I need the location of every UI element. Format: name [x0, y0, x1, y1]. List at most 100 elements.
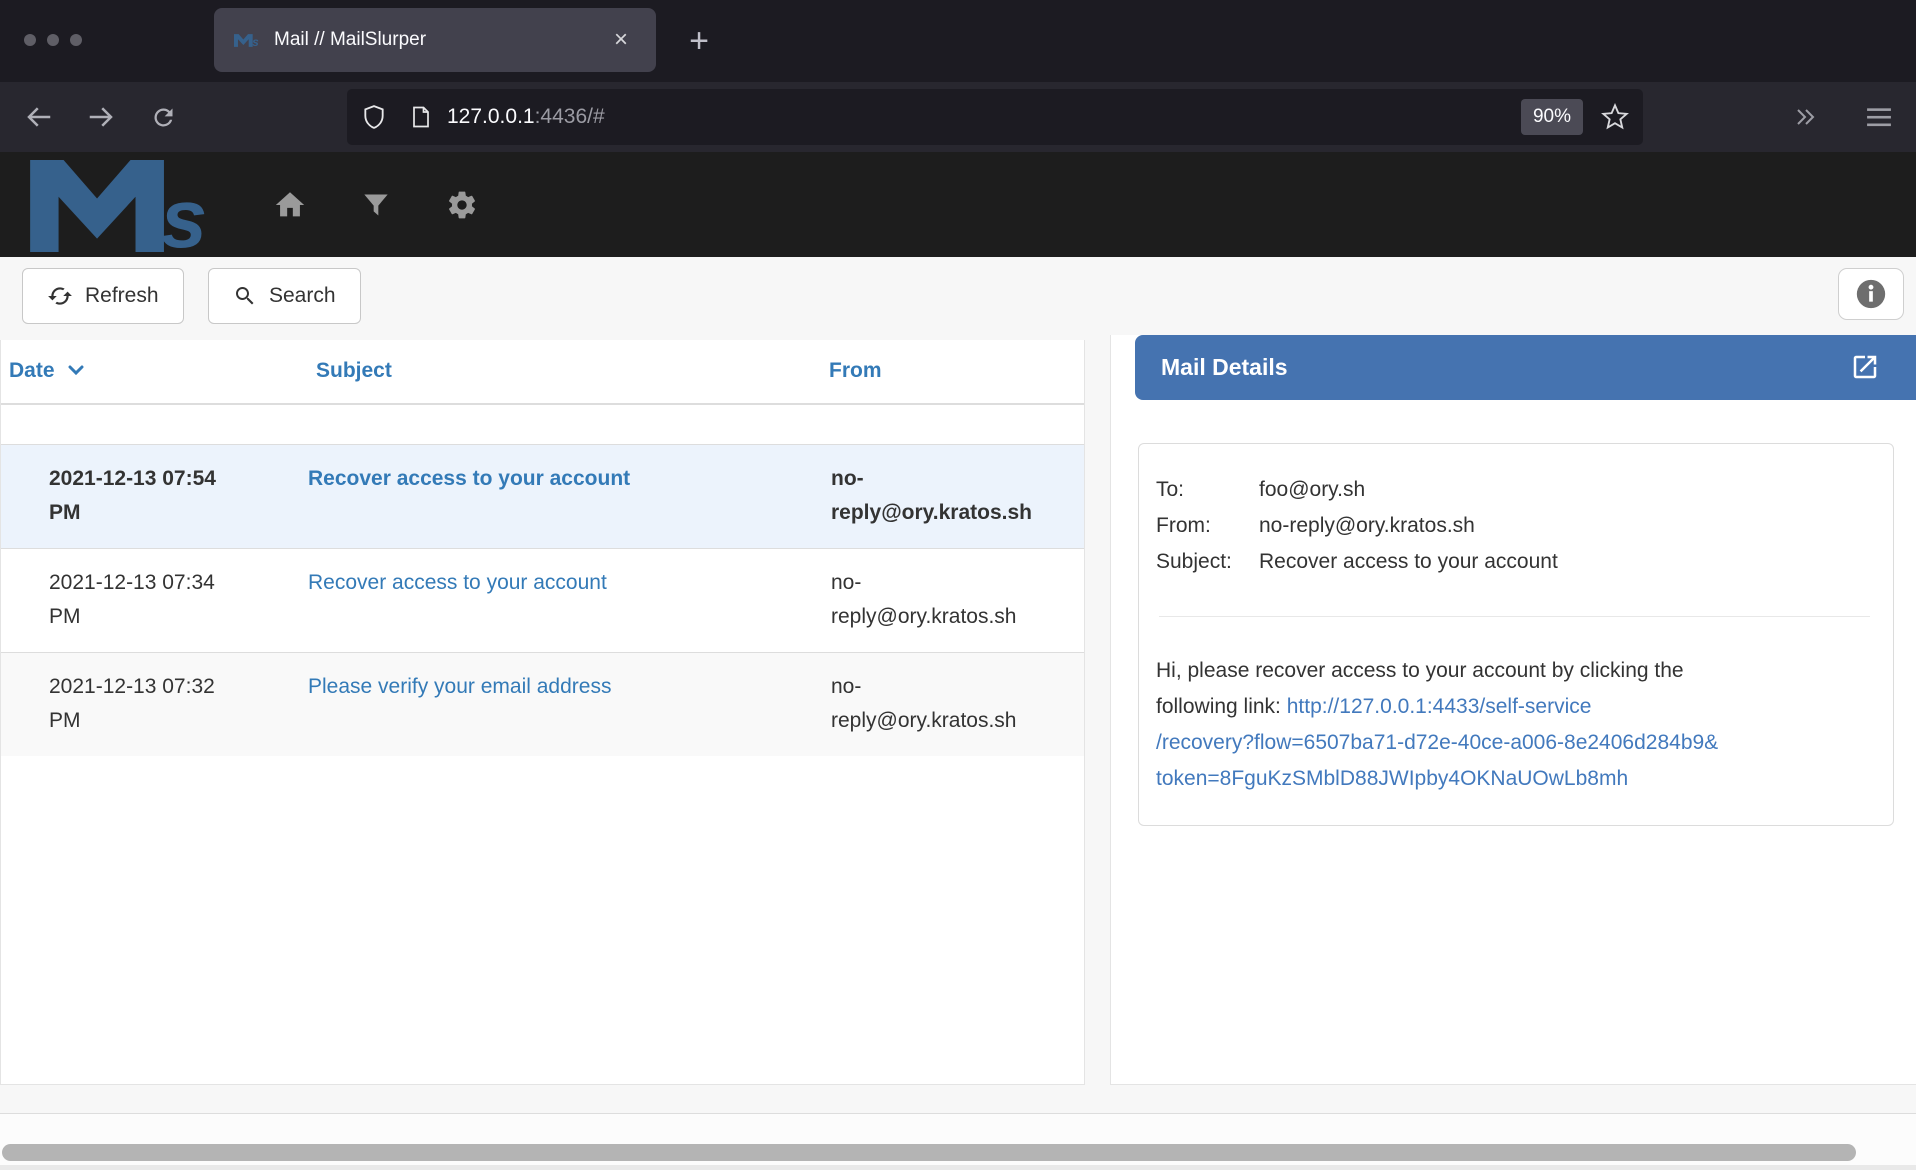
mail-row-date: 2021-12-13 07:34 PM — [1, 548, 308, 652]
refresh-button-label: Refresh — [85, 284, 159, 308]
shield-icon[interactable] — [361, 104, 387, 130]
mail-field-label: To: — [1156, 472, 1259, 508]
page-content: Refresh Search Date — [0, 257, 1916, 1170]
url-path: :4436/# — [535, 105, 605, 128]
mail-row-subject: Recover access to your account — [308, 548, 821, 652]
mail-body-line2-prefix: following link: — [1156, 695, 1287, 718]
table-spacer-row — [1, 404, 1084, 444]
overflow-menu-button[interactable] — [1782, 94, 1828, 140]
forward-arrow-icon — [86, 102, 116, 132]
hamburger-icon — [1866, 106, 1892, 128]
mail-row-subject: Please verify your email address — [308, 652, 821, 756]
new-tab-button[interactable]: + — [676, 18, 722, 64]
mail-row-from: no-reply@ory.kratos.sh — [821, 548, 1084, 652]
column-header-date-label: Date — [9, 359, 55, 382]
tab-title: Mail // MailSlurper — [274, 29, 614, 51]
mailslurper-logo: s — [28, 160, 233, 252]
mail-field-value: no-reply@ory.kratos.sh — [1259, 508, 1475, 544]
horizontal-scrollbar-track[interactable] — [0, 1114, 1916, 1170]
browser-window: s Mail // MailSlurper × + — [0, 0, 1916, 1170]
home-nav-link[interactable] — [270, 185, 310, 225]
mail-table-header-row: Date Subject From — [1, 340, 1084, 404]
mail-field-row: To: foo@ory.sh — [1156, 472, 1873, 508]
forward-button[interactable] — [78, 94, 124, 140]
bookmark-star-icon[interactable] — [1601, 103, 1629, 131]
close-tab-icon[interactable]: × — [614, 28, 628, 52]
mail-details-panel: Mail Details To: foo@ory.sh From: no-rep… — [1110, 335, 1916, 1085]
app-nav — [270, 152, 482, 257]
svg-text:s: s — [161, 171, 208, 252]
column-header-from[interactable]: From — [821, 340, 1084, 404]
url-host: 127.0.0.1 — [447, 105, 535, 128]
sort-chevron-down-icon — [68, 365, 84, 375]
search-button-label: Search — [269, 284, 336, 308]
browser-toolbar: 127.0.0.1:4436/# 90% — [0, 82, 1916, 152]
mail-subject-link[interactable]: Recover access to your account — [308, 467, 630, 490]
mail-table: Date Subject From 2021-12-13 07:54 PM Re… — [1, 340, 1084, 756]
mail-row[interactable]: 2021-12-13 07:32 PM Please verify your e… — [1, 652, 1084, 756]
app-menu-button[interactable] — [1856, 94, 1902, 140]
mail-details-header: Mail Details — [1135, 335, 1916, 400]
mail-row[interactable]: 2021-12-13 07:34 PM Recover access to yo… — [1, 548, 1084, 652]
search-button[interactable]: Search — [208, 268, 361, 324]
back-arrow-icon — [24, 102, 54, 132]
mail-field-row: From: no-reply@ory.kratos.sh — [1156, 508, 1873, 544]
browser-tab[interactable]: s Mail // MailSlurper × — [214, 8, 656, 72]
window-dot[interactable] — [70, 34, 82, 46]
window-dot[interactable] — [47, 34, 59, 46]
settings-nav-link[interactable] — [442, 185, 482, 225]
url-bar[interactable]: 127.0.0.1:4436/# 90% — [347, 89, 1643, 145]
mail-list-panel: Date Subject From 2021-12-13 07:54 PM Re… — [0, 340, 1085, 1085]
page-info-icon[interactable] — [409, 104, 433, 130]
recovery-link-segment: http://127.0.0.1:4433/self-service — [1287, 695, 1592, 718]
mail-details-card: To: foo@ory.sh From: no-reply@ory.kratos… — [1138, 443, 1894, 826]
window-dot[interactable] — [24, 34, 36, 46]
refresh-button[interactable]: Refresh — [22, 268, 184, 324]
mailslurper-favicon: s — [234, 33, 262, 48]
mail-subject-link[interactable]: Please verify your email address — [308, 675, 611, 698]
column-header-date[interactable]: Date — [1, 340, 308, 404]
mail-field-label: Subject: — [1156, 544, 1259, 580]
svg-text:s: s — [252, 36, 259, 48]
mail-row-subject: Recover access to your account — [308, 444, 821, 548]
details-divider — [1159, 616, 1870, 617]
bottom-edge — [0, 1165, 1916, 1170]
column-header-subject[interactable]: Subject — [308, 340, 821, 404]
open-external-icon[interactable] — [1850, 352, 1880, 382]
gear-icon — [446, 189, 478, 221]
zoom-level-badge[interactable]: 90% — [1521, 99, 1583, 135]
mail-row-date: 2021-12-13 07:32 PM — [1, 652, 308, 756]
mail-row-from: no-reply@ory.kratos.sh — [821, 444, 1084, 548]
mail-subject-link[interactable]: Recover access to your account — [308, 571, 607, 594]
tab-bar: s Mail // MailSlurper × + — [0, 0, 1916, 82]
window-controls[interactable] — [24, 34, 82, 46]
info-button[interactable] — [1838, 268, 1904, 320]
mail-row[interactable]: 2021-12-13 07:54 PM Recover access to yo… — [1, 444, 1084, 548]
mail-row-date: 2021-12-13 07:54 PM — [1, 444, 308, 548]
search-icon — [233, 284, 257, 308]
mail-details-title: Mail Details — [1161, 354, 1288, 381]
reload-icon — [150, 104, 177, 131]
info-icon — [1854, 277, 1888, 311]
mail-field-label: From: — [1156, 508, 1259, 544]
recovery-link-segment: /recovery?flow=6507ba71-d72e-40ce-a006-8… — [1156, 725, 1863, 761]
mail-body-line1: Hi, please recover access to your accoun… — [1156, 659, 1684, 682]
mail-fields: To: foo@ory.sh From: no-reply@ory.kratos… — [1156, 472, 1873, 580]
url-text[interactable]: 127.0.0.1:4436/# — [447, 105, 1521, 129]
mail-field-value: Recover access to your account — [1259, 544, 1558, 580]
recovery-link-segment: token=8FguKzSMblD88JWIpby4OKNaUOwLb8mh — [1156, 761, 1863, 797]
double-chevron-icon — [1791, 105, 1819, 129]
toolbar-right-group — [1768, 82, 1916, 152]
mail-row-from: no-reply@ory.kratos.sh — [821, 652, 1084, 756]
mailslurper-header: s — [0, 152, 1916, 257]
reload-button[interactable] — [140, 94, 186, 140]
filter-funnel-icon — [362, 191, 390, 219]
mail-table-body: 2021-12-13 07:54 PM Recover access to yo… — [1, 404, 1084, 756]
home-icon — [273, 188, 307, 222]
horizontal-scrollbar-thumb[interactable] — [2, 1144, 1856, 1161]
refresh-icon — [47, 283, 73, 309]
mail-field-value: foo@ory.sh — [1259, 472, 1365, 508]
mail-field-row: Subject: Recover access to your account — [1156, 544, 1873, 580]
filter-nav-link[interactable] — [356, 185, 396, 225]
back-button[interactable] — [16, 94, 62, 140]
